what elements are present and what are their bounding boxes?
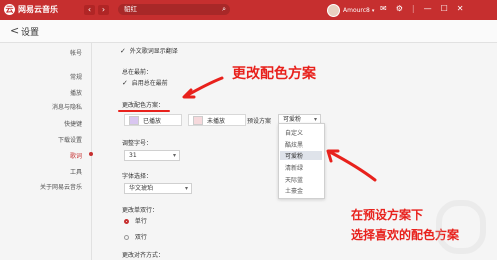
annotation-change-color: 更改配色方案: [232, 66, 316, 82]
arrow-to-color-title: [182, 76, 224, 99]
arrow-1-shaft: [184, 76, 224, 98]
arrow-2-shaft: [328, 150, 377, 182]
annotation-preset-line1: 在预设方案下: [351, 208, 424, 222]
arrow-to-preset-option: [326, 149, 377, 182]
watermark-logo: [436, 200, 486, 254]
